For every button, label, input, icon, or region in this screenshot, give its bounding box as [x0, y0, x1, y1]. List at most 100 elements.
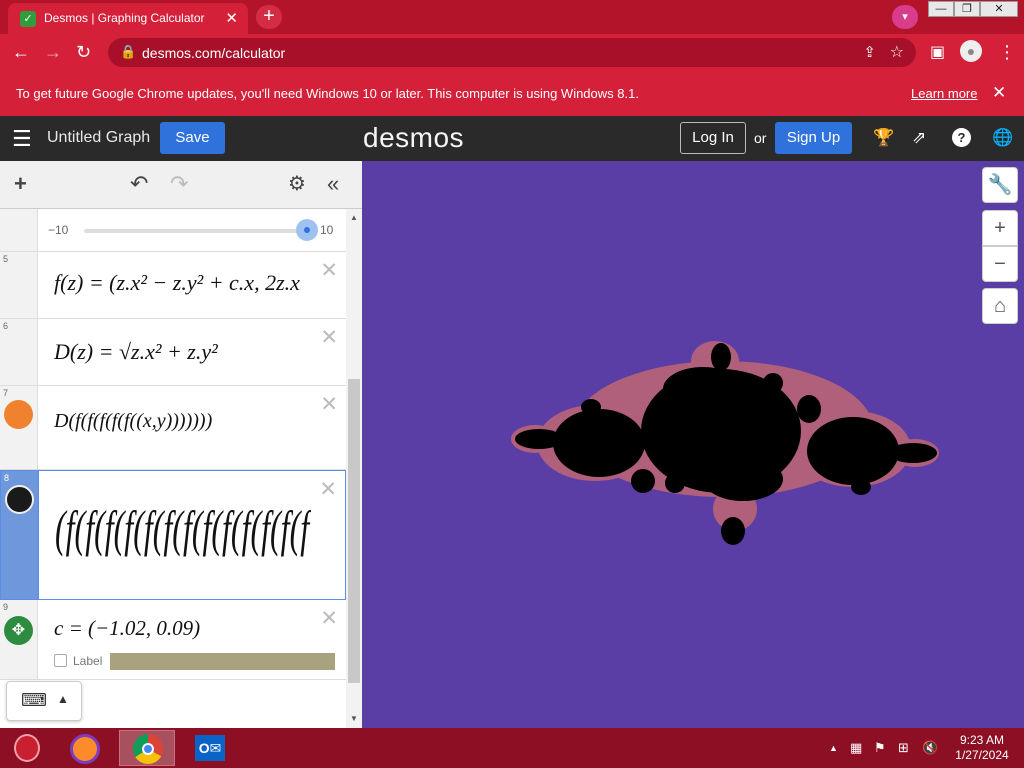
help-icon[interactable]: ? — [952, 128, 971, 147]
new-tab-button[interactable]: + — [256, 5, 282, 29]
expression-row-6[interactable]: 6 D(z) = √z.x² + z.y² ✕ — [0, 319, 346, 386]
keyboard-icon: ⌨ — [21, 690, 47, 710]
zoom-in-icon[interactable]: + — [982, 210, 1018, 246]
expression-gutter: 8 — [1, 471, 39, 599]
label-checkbox[interactable] — [54, 654, 67, 667]
graph-settings-wrench-icon[interactable]: 🔧 — [982, 167, 1018, 203]
expression-math-nested-d[interactable]: D(f(f(f(f(f((x,y))))))) — [54, 410, 314, 433]
start-logo-icon — [14, 734, 40, 762]
chrome-menu-icon[interactable]: ⋮ — [998, 42, 1016, 63]
volume-muted-icon[interactable]: 🔇 — [922, 740, 938, 756]
profile-avatar-icon[interactable]: ● — [960, 40, 982, 62]
add-item-icon[interactable]: + — [14, 171, 27, 197]
clock-time: 9:23 AM — [959, 733, 1005, 747]
lock-icon[interactable]: 🔒 — [120, 44, 136, 60]
expression-gutter: 9 ✥ — [0, 600, 38, 679]
or-text: or — [754, 130, 767, 146]
expression-row-8-selected[interactable]: 8 (f(f(f(f(f(f(f(f(f(f(f(f(f ✕ — [0, 470, 346, 600]
expression-math-nested-f-input[interactable]: (f(f(f(f(f(f(f(f(f(f(f(f(f — [55, 499, 311, 558]
trophy-icon[interactable]: 🏆 — [873, 128, 894, 148]
scrollbar-thumb[interactable] — [348, 379, 360, 683]
chrome-icon — [133, 734, 163, 764]
show-hidden-icons-icon[interactable]: ▲ — [829, 743, 838, 753]
forward-icon[interactable]: → — [44, 42, 62, 63]
keyboard-tray-icon[interactable]: ▦ — [850, 740, 862, 756]
slider-max: 10 — [320, 223, 334, 237]
expression-scrollbar[interactable]: ▲ ▼ — [346, 209, 362, 728]
hamburger-menu-icon[interactable]: ☰ — [12, 126, 32, 152]
minimize-window-icon[interactable]: — — [928, 1, 954, 17]
share-graph-icon[interactable]: ⇗ — [912, 128, 926, 148]
close-tab-icon[interactable]: ✕ — [225, 9, 238, 27]
graph-title[interactable]: Untitled Graph — [47, 129, 150, 147]
expression-gutter: 5 — [0, 252, 38, 318]
expression-gutter: 6 — [0, 319, 38, 385]
redo-icon[interactable]: ↷ — [170, 171, 188, 197]
restore-window-icon[interactable]: ❐ — [954, 1, 980, 17]
save-button[interactable]: Save — [160, 122, 225, 154]
expression-number: 6 — [3, 321, 9, 331]
language-globe-icon[interactable]: 🌐 — [992, 128, 1013, 148]
orange-color-toggle-icon[interactable] — [4, 400, 33, 429]
start-button[interactable] — [0, 730, 56, 766]
signup-button[interactable]: Sign Up — [775, 122, 852, 154]
chrome-taskbar-button[interactable] — [119, 730, 175, 766]
zoom-out-icon[interactable]: − — [982, 246, 1018, 282]
share-icon[interactable]: ⇪ — [863, 43, 876, 61]
keypad-toggle-button[interactable]: ⌨ ▲ — [6, 681, 82, 721]
settings-gear-icon[interactable]: ⚙ — [288, 171, 306, 196]
desmos-header: ☰ Untitled Graph Save desmos Log In or S… — [0, 116, 1024, 161]
reload-icon[interactable]: ↻ — [76, 42, 91, 63]
taskbar-clock[interactable]: 9:23 AM 1/27/2024 — [948, 733, 1016, 763]
slider-track[interactable] — [84, 229, 308, 233]
delete-expression-icon[interactable]: ✕ — [320, 606, 338, 631]
tab-title: Desmos | Graphing Calculator — [44, 11, 205, 25]
expression-gutter — [0, 209, 38, 251]
collapse-panel-icon[interactable]: « — [327, 171, 339, 197]
expression-toolbar: + ↶ ↷ ⚙ « — [0, 161, 362, 209]
delete-expression-icon[interactable]: ✕ — [320, 325, 338, 350]
expression-row-5[interactable]: 5 f(z) = (z.x² − z.y² + c.x, 2z.x ✕ — [0, 252, 346, 319]
url-text[interactable]: desmos.com/calculator — [142, 45, 285, 61]
side-panel-icon[interactable]: ▣ — [930, 42, 945, 62]
expression-row-9[interactable]: 9 ✥ c = (−1.02, 0.09) ✕ Label — [0, 600, 346, 680]
expression-number: 9 — [3, 602, 9, 612]
firefox-taskbar-button[interactable] — [57, 730, 113, 766]
move-point-icon[interactable]: ✥ — [4, 616, 33, 645]
back-icon[interactable]: ← — [12, 42, 30, 63]
caret-up-icon: ▲ — [57, 692, 69, 706]
firefox-icon — [70, 734, 100, 764]
expression-row-7[interactable]: 7 D(f(f(f(f(f((x,y))))))) ✕ — [0, 386, 346, 470]
scroll-up-icon[interactable]: ▲ — [350, 213, 358, 222]
delete-expression-icon[interactable]: ✕ — [320, 258, 338, 283]
browser-tab-desmos[interactable]: ✓ Desmos | Graphing Calculator ✕ — [8, 3, 248, 34]
scroll-down-icon[interactable]: ▼ — [350, 714, 358, 723]
label-input[interactable] — [110, 653, 335, 670]
home-icon[interactable]: ⌂ — [982, 288, 1018, 324]
delete-expression-icon[interactable]: ✕ — [319, 477, 337, 502]
outlook-taskbar-button[interactable]: O✉ — [181, 730, 237, 766]
slider-expression[interactable]: −10 10 — [0, 209, 346, 252]
label-text: Label — [73, 654, 103, 668]
browser-titlebar: ✓ Desmos | Graphing Calculator ✕ + ▾ — ❐… — [0, 0, 1024, 34]
undo-icon[interactable]: ↶ — [130, 171, 148, 197]
tab-search-icon[interactable]: ▾ — [892, 5, 918, 29]
delete-expression-icon[interactable]: ✕ — [320, 392, 338, 417]
network-icon[interactable]: ⊞ — [898, 740, 909, 756]
expression-math-d[interactable]: D(z) = √z.x² + z.y² — [54, 339, 314, 365]
expression-number: 8 — [4, 473, 10, 483]
bookmark-star-icon[interactable]: ☆ — [890, 42, 904, 62]
slider-handle[interactable] — [296, 219, 318, 241]
login-button[interactable]: Log In — [680, 122, 746, 154]
expression-number: 5 — [3, 254, 9, 264]
black-color-toggle-icon[interactable] — [5, 485, 34, 514]
infobar-close-icon[interactable]: ✕ — [992, 83, 1006, 103]
close-window-icon[interactable]: ✕ — [980, 1, 1018, 17]
graph-canvas[interactable]: 🔧 + − ⌂ — [363, 161, 1024, 728]
julia-set-fractal — [511, 341, 939, 545]
address-bar[interactable]: 🔒 desmos.com/calculator ⇪ ☆ — [108, 38, 916, 67]
learn-more-link[interactable]: Learn more — [911, 86, 977, 101]
action-center-flag-icon[interactable]: ⚑ — [874, 740, 886, 756]
expression-math-c[interactable]: c = (−1.02, 0.09) — [54, 616, 294, 641]
expression-math-f[interactable]: f(z) = (z.x² − z.y² + c.x, 2z.x — [54, 270, 314, 296]
